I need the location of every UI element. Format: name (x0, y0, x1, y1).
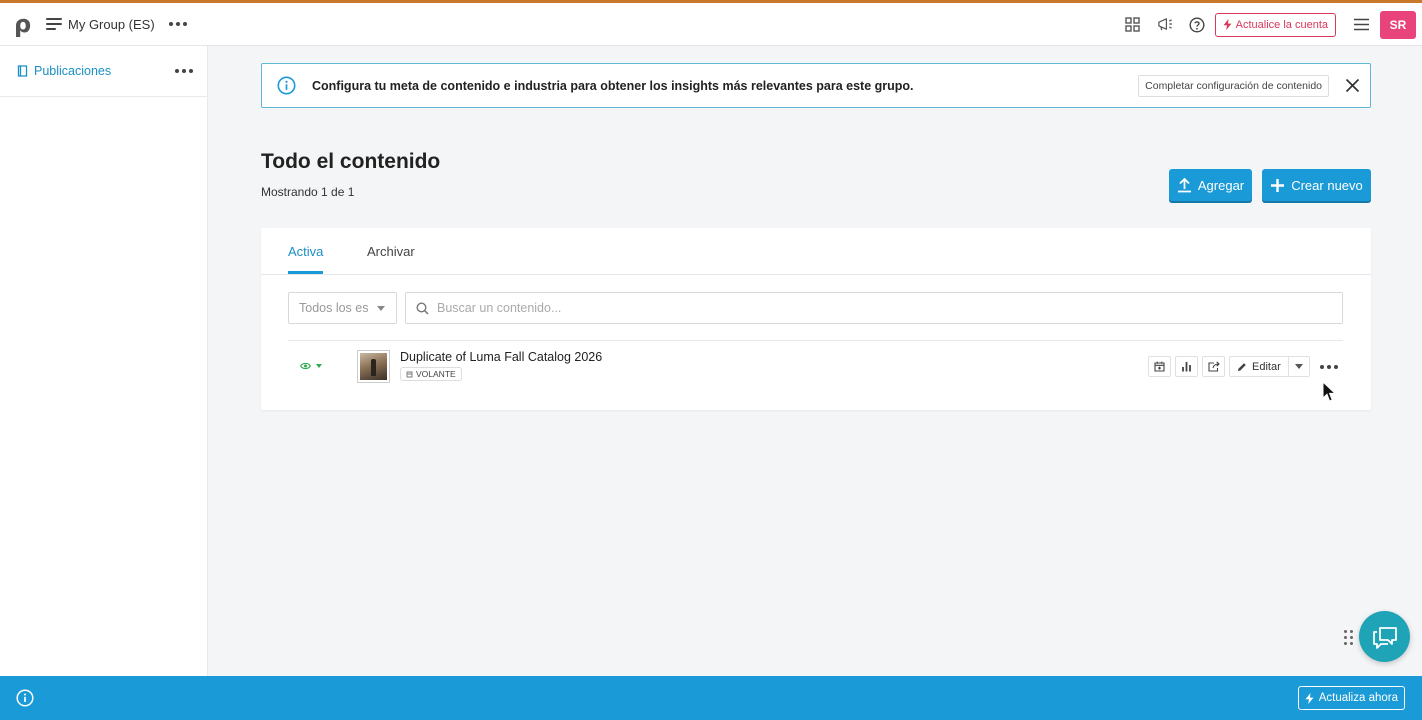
status-filter-select[interactable]: Todos los es (288, 292, 397, 324)
results-count: Mostrando 1 de 1 (261, 185, 355, 199)
add-button-label: Agregar (1197, 177, 1245, 193)
content-setup-banner: Configura tu meta de contenido e industr… (261, 63, 1371, 108)
create-new-label: Crear nuevo (1291, 177, 1363, 193)
eye-icon (300, 362, 311, 370)
group-name[interactable]: My Group (ES) (68, 17, 155, 32)
plus-icon (1271, 178, 1285, 192)
upgrade-now-button[interactable]: Actualiza ahora (1297, 686, 1405, 710)
sidebar: Publicaciones (0, 46, 208, 676)
close-icon[interactable] (1345, 78, 1360, 93)
chevron-down-icon (316, 364, 322, 368)
chat-button[interactable] (1359, 611, 1410, 662)
group-more-icon[interactable] (168, 22, 187, 26)
sidebar-item-publicaciones[interactable]: Publicaciones (0, 46, 207, 97)
sidebar-more-icon[interactable] (175, 69, 193, 73)
status-filter-value: Todos los es (299, 301, 369, 315)
tabs: Activa Archivar (261, 228, 1371, 275)
upgrade-account-label: Actualice la cuenta (1235, 18, 1328, 31)
row-actions: Editar (1148, 356, 1338, 377)
page-title: Todo el contenido (261, 150, 441, 173)
pencil-icon (1238, 362, 1246, 371)
content-type-label: VOLANTE (416, 369, 456, 379)
info-icon[interactable] (16, 689, 34, 707)
upgrade-now-label: Actualiza ahora (1318, 692, 1398, 704)
create-new-button[interactable]: Crear nuevo (1262, 169, 1371, 201)
chevron-down-icon (377, 306, 385, 311)
chat-icon (1372, 626, 1397, 649)
calendar-icon (1154, 361, 1165, 372)
sidebar-item-label: Publicaciones (34, 64, 112, 78)
content-row[interactable]: Duplicate of Luma Fall Catalog 2026 VOLA… (288, 340, 1343, 392)
flyer-icon (406, 371, 413, 377)
user-avatar[interactable]: SR (1380, 10, 1416, 39)
tab-archivar[interactable]: Archivar (367, 244, 415, 259)
banner-message: Configura tu meta de contenido e industr… (312, 78, 914, 93)
mouse-cursor-icon (1322, 381, 1336, 402)
apps-grid-icon[interactable] (1125, 17, 1141, 33)
complete-setup-button[interactable]: Completar configuración de contenido (1138, 74, 1329, 97)
schedule-button[interactable] (1148, 356, 1171, 377)
share-button[interactable] (1202, 356, 1225, 377)
search-input[interactable] (437, 301, 1317, 315)
top-bar: ρ My Group (ES) Actualice la cuenta SR (0, 0, 1422, 46)
visibility-toggle[interactable] (300, 362, 322, 370)
content-card: Activa Archivar Todos los es Duplicate o… (261, 228, 1371, 410)
search-box[interactable] (405, 292, 1343, 324)
drag-handle-icon[interactable] (1344, 630, 1353, 645)
document-icon (17, 65, 28, 77)
add-button[interactable]: Agregar (1169, 169, 1252, 201)
edit-button[interactable]: Editar (1229, 356, 1289, 377)
hamburger-menu-icon[interactable] (1352, 17, 1370, 33)
bottom-bar: Actualiza ahora (0, 676, 1422, 720)
statistics-button[interactable] (1175, 356, 1198, 377)
bar-chart-icon (1182, 362, 1191, 372)
help-icon[interactable] (1189, 16, 1205, 33)
upload-icon (1177, 177, 1191, 193)
upgrade-account-button[interactable]: Actualice la cuenta (1214, 12, 1336, 37)
content-thumbnail[interactable] (357, 350, 390, 383)
share-icon (1207, 361, 1220, 372)
content-title[interactable]: Duplicate of Luma Fall Catalog 2026 (400, 350, 602, 364)
content-type-badge: VOLANTE (400, 367, 462, 381)
tab-activa[interactable]: Activa (288, 244, 324, 274)
group-menu-icon[interactable] (46, 18, 62, 30)
edit-options-dropdown[interactable] (1288, 356, 1310, 377)
lightning-icon (1305, 692, 1314, 704)
edit-label: Editar (1252, 360, 1281, 373)
megaphone-icon[interactable] (1157, 17, 1173, 33)
search-icon (416, 301, 429, 315)
app-logo[interactable]: ρ (14, 12, 34, 36)
row-more-icon[interactable] (1319, 364, 1338, 369)
info-icon (277, 76, 296, 95)
chevron-down-icon (1294, 364, 1303, 369)
lightning-icon (1223, 19, 1232, 30)
